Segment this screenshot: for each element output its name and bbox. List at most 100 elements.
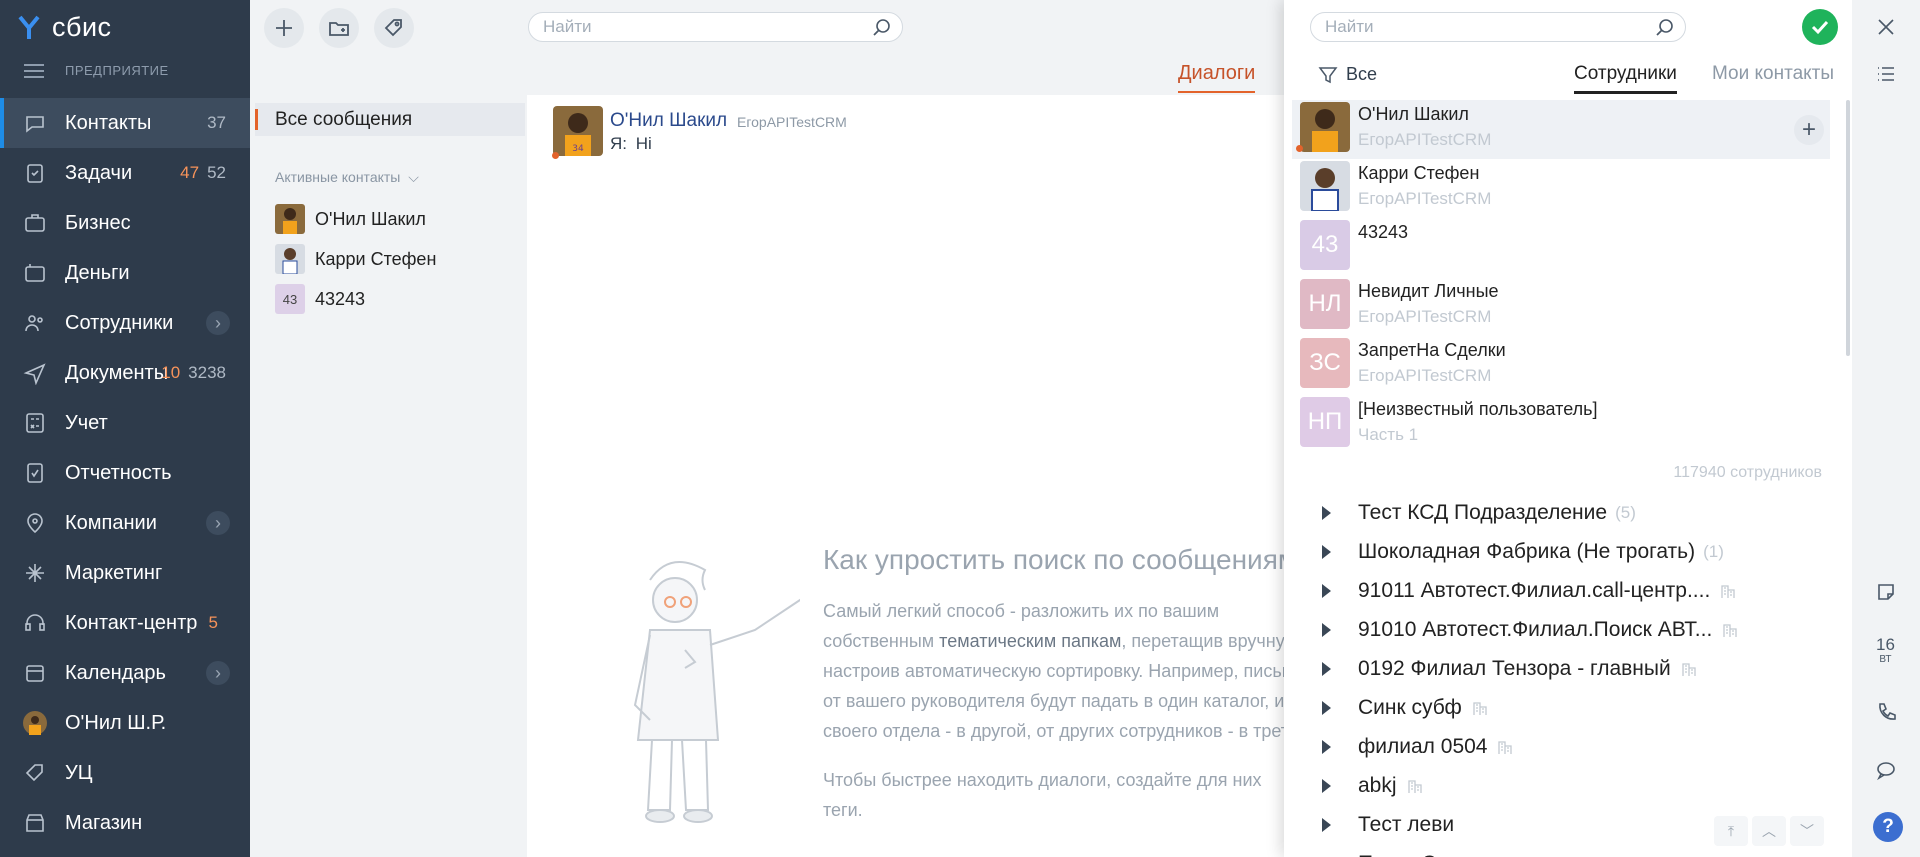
employee-row[interactable]: Карри Стефен ЕгорAPITestCRM <box>1292 159 1830 218</box>
expand-arrow-icon[interactable] <box>1322 817 1331 832</box>
tab-dialogs[interactable]: Диалоги <box>1178 62 1256 93</box>
chat-button[interactable] <box>1868 752 1904 788</box>
all-messages-item[interactable]: Все сообщения <box>255 103 525 136</box>
employee-subtitle: ЕгорAPITestCRM <box>1358 130 1492 149</box>
contact-avatar <box>275 204 305 234</box>
picker-search-input[interactable] <box>1325 17 1685 37</box>
chevron-right-icon[interactable]: › <box>206 661 230 685</box>
sidebar-item-11[interactable]: Календарь › <box>0 648 250 698</box>
sidebar-item-8[interactable]: Компании › <box>0 498 250 548</box>
help-button[interactable]: ? <box>1873 812 1903 842</box>
employee-row[interactable]: НП [Неизвестный пользователь] Часть 1 <box>1292 395 1830 454</box>
sidebar-item-label: О'Нил Ш.Р. <box>65 711 167 734</box>
notes-button[interactable] <box>1868 574 1904 610</box>
department-row[interactable]: abkj <box>1314 766 1834 805</box>
expand-arrow-icon[interactable] <box>1322 661 1331 676</box>
active-contact-item[interactable]: 43 43243 <box>275 284 365 314</box>
create-tags-link[interactable]: создайте для них <box>1116 770 1261 790</box>
department-row[interactable]: 91011 Автотест.Филиал.call-центр.... <box>1314 571 1834 610</box>
employee-name: О'Нил Шакил <box>1358 104 1469 124</box>
expand-arrow-icon[interactable] <box>1322 544 1331 559</box>
scrollbar[interactable] <box>1846 100 1850 356</box>
message-avatar[interactable]: 34 <box>553 106 603 156</box>
employee-avatar <box>1300 102 1350 152</box>
sidebar-item-5[interactable]: Документы 10 3238 <box>0 348 250 398</box>
expand-arrow-icon[interactable] <box>1322 622 1331 637</box>
active-contact-item[interactable]: Карри Стефен <box>275 244 436 274</box>
calendar-weekday: ВТ <box>1879 654 1892 665</box>
sidebar-item-10[interactable]: Контакт-центр 5 <box>0 598 250 648</box>
tip-line: Чтобы быстрее находить диалоги, создайте… <box>823 765 1293 795</box>
tab-my-contacts[interactable]: Мои контакты <box>1712 63 1834 85</box>
sidebar-item-14[interactable]: Магазин <box>0 798 250 848</box>
active-contacts-header[interactable]: Активные контакты ⌵ <box>275 169 419 186</box>
message-preview[interactable]: Я: Hi <box>610 134 652 154</box>
expand-arrow-icon[interactable] <box>1322 583 1331 598</box>
sidebar-item-12[interactable]: О'Нил Ш.Р. <box>0 698 250 748</box>
message-sender[interactable]: О'Нил Шакил <box>610 110 727 132</box>
active-contacts-label: Активные контакты <box>275 169 401 185</box>
department-row[interactable]: 91010 Автотест.Филиал.Поиск АВТ... <box>1314 610 1834 649</box>
employee-row[interactable]: НЛ Невидит Личные ЕгорAPITestCRM <box>1292 277 1830 336</box>
wallet-icon <box>22 261 48 285</box>
sidebar-item-label: Контакт-центр <box>65 611 198 634</box>
department-row[interactable]: Тест КСД Подразделение (5) <box>1314 493 1834 532</box>
department-row[interactable]: филиал 0504 <box>1314 727 1834 766</box>
scroll-down-button[interactable]: ﹀ <box>1790 816 1824 846</box>
filter-button[interactable]: Все <box>1318 64 1377 85</box>
department-count: (1) <box>1549 854 1570 857</box>
picker-search[interactable] <box>1310 12 1686 42</box>
scroll-top-button[interactable]: ⤒ <box>1714 816 1748 846</box>
sidebar-item-0[interactable]: Контакты 37 <box>0 98 250 148</box>
new-folder-button[interactable] <box>319 8 359 48</box>
expand-arrow-icon[interactable] <box>1322 778 1331 793</box>
close-button[interactable] <box>1868 9 1904 45</box>
confirm-button[interactable] <box>1802 9 1838 45</box>
building-icon <box>1723 623 1737 637</box>
tags-button[interactable] <box>374 8 414 48</box>
chevron-right-icon[interactable]: › <box>206 511 230 535</box>
sidebar-item-7[interactable]: Отчетность <box>0 448 250 498</box>
sidebar-item-3[interactable]: Деньги <box>0 248 250 298</box>
chevron-right-icon[interactable]: › <box>206 311 230 335</box>
employee-row[interactable]: ЗС ЗапретНа Сделки ЕгорAPITestCRM <box>1292 336 1830 395</box>
scroll-up-button[interactable]: ︿ <box>1752 816 1786 846</box>
tip-body: Самый легкий способ - разложить их по ва… <box>823 596 1334 746</box>
logo[interactable]: сбис <box>16 10 112 44</box>
sidebar-item-2[interactable]: Бизнес <box>0 198 250 248</box>
sidebar-item-9[interactable]: Маркетинг <box>0 548 250 598</box>
sidebar-item-6[interactable]: Учет <box>0 398 250 448</box>
expand-arrow-icon[interactable] <box>1322 700 1331 715</box>
expand-arrow-icon[interactable] <box>1322 739 1331 754</box>
department-row[interactable]: 0192 Филиал Тензора - главный <box>1314 649 1834 688</box>
tab-employees[interactable]: Сотрудники <box>1574 63 1677 94</box>
sidebar-item-label: Учет <box>65 411 108 434</box>
add-button[interactable] <box>264 8 304 48</box>
phone-button[interactable] <box>1868 694 1904 730</box>
sidebar-item-1[interactable]: Задачи 47 52 <box>0 148 250 198</box>
folders-link[interactable]: тематическим папкам <box>939 631 1121 651</box>
add-employee-button[interactable]: + <box>1794 115 1824 145</box>
employee-row[interactable]: 43 43243 <box>1292 218 1830 277</box>
employee-row[interactable]: О'Нил Шакил ЕгорAPITestCRM + <box>1292 100 1830 159</box>
calculator-icon <box>22 411 48 435</box>
logo-text: сбис <box>52 11 112 42</box>
employee-name: ЗапретНа Сделки <box>1358 340 1506 360</box>
search-icon[interactable] <box>872 18 892 38</box>
sidebar-item-13[interactable]: УЦ <box>0 748 250 798</box>
list-button[interactable] <box>1868 56 1904 92</box>
search-icon[interactable] <box>1655 18 1675 38</box>
contact-avatar <box>275 244 305 274</box>
messages-search-input[interactable] <box>543 17 902 37</box>
menu-icon[interactable] <box>24 64 44 78</box>
department-name: Шоколадная Фабрика (Не трогать) <box>1358 539 1696 563</box>
department-row[interactable]: Шоколадная Фабрика (Не трогать) (1) <box>1314 532 1834 571</box>
active-contact-item[interactable]: О'Нил Шакил <box>275 204 426 234</box>
chevron-down-icon: ⌵ <box>408 169 419 185</box>
expand-arrow-icon[interactable] <box>1322 505 1331 520</box>
messages-search[interactable] <box>528 12 903 42</box>
sidebar-item-label: Календарь <box>65 661 166 684</box>
department-row[interactable]: Синк субф <box>1314 688 1834 727</box>
sidebar-item-4[interactable]: Сотрудники › <box>0 298 250 348</box>
calendar-button[interactable]: 16 ВТ <box>1876 636 1895 665</box>
